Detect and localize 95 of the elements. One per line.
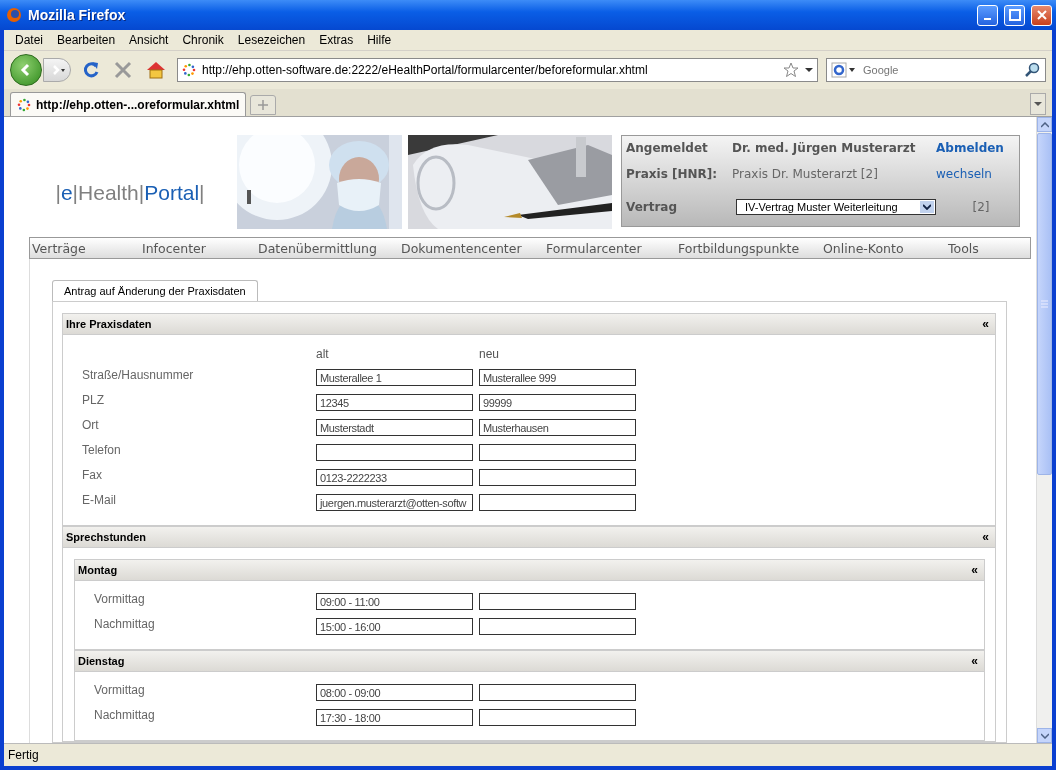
menu-item[interactable]: Datei xyxy=(8,33,50,47)
text-field[interactable]: 08:00 - 09:00 xyxy=(316,684,473,701)
user-name: Dr. med. Jürgen Musterarzt xyxy=(732,141,917,155)
section-title: Sprechstunden xyxy=(66,531,147,543)
maximize-icon xyxy=(1008,9,1021,21)
field-label: Angemeldet xyxy=(626,141,709,155)
search-field[interactable]: Google xyxy=(826,58,1046,82)
text-field[interactable]: 15:00 - 16:00 xyxy=(316,618,473,635)
menu-item[interactable]: Bearbeiten xyxy=(50,33,123,47)
field-label: PLZ xyxy=(82,392,105,407)
contract-count: [2] xyxy=(971,200,991,214)
text-field[interactable]: Musterhausen xyxy=(479,419,636,436)
field-label: Straße/Hausnummer xyxy=(82,367,195,382)
field-label: Nachmittag xyxy=(94,616,156,631)
collapse-button[interactable]: « xyxy=(971,563,978,577)
contract-select[interactable]: IV-Vertrag Muster Weiterleitung xyxy=(736,199,936,215)
scroll-up-button[interactable] xyxy=(1037,117,1052,132)
star-icon[interactable] xyxy=(783,62,799,78)
nav-item[interactable]: Dokumentencenter xyxy=(399,240,544,256)
menu-item[interactable]: Chronik xyxy=(175,33,231,47)
search-icon[interactable] xyxy=(1025,62,1041,78)
browser-logo-icon xyxy=(6,7,22,23)
switch-link[interactable]: wechseln xyxy=(936,167,1026,181)
dropdown-icon[interactable] xyxy=(805,67,813,73)
nav-item[interactable]: Fortbildungspunkte xyxy=(676,240,821,256)
text-field[interactable] xyxy=(479,593,636,610)
text-field[interactable] xyxy=(316,444,473,461)
forward-arrow-icon xyxy=(51,64,65,76)
back-button[interactable] xyxy=(10,54,42,86)
field-label: Ort xyxy=(82,417,100,432)
text-field[interactable] xyxy=(479,709,636,726)
text-field[interactable] xyxy=(479,444,636,461)
nav-item[interactable]: Tools xyxy=(946,240,1028,256)
column-heading: alt xyxy=(316,347,330,361)
menu-item[interactable]: Hilfe xyxy=(360,33,399,47)
section-title: Montag xyxy=(78,564,118,576)
nav-item[interactable]: Infocenter xyxy=(140,240,256,256)
nav-item[interactable]: Online-Konto xyxy=(821,240,946,256)
collapse-button[interactable]: « xyxy=(982,530,989,544)
text-field[interactable] xyxy=(479,469,636,486)
practice-name: Praxis Dr. Musterarzt [2] xyxy=(732,167,879,181)
section-title: Ihre Praxisdaten xyxy=(66,318,152,330)
field-label: Nachmittag xyxy=(94,707,156,722)
nav-item[interactable]: Verträge xyxy=(30,240,140,256)
text-field[interactable]: 0123-2222233 xyxy=(316,469,473,486)
text-field[interactable]: 12345 xyxy=(316,394,473,411)
close-icon xyxy=(1035,9,1048,21)
portal-logo: |e|Health|Portal| xyxy=(54,180,206,206)
menu-item[interactable]: Lesezeichen xyxy=(230,33,313,47)
scroll-thumb[interactable] xyxy=(1037,133,1052,475)
logout-link[interactable]: Abmelden xyxy=(936,141,1026,155)
scrollbar[interactable] xyxy=(1036,117,1052,743)
scroll-down-button[interactable] xyxy=(1037,728,1052,743)
collapse-button[interactable]: « xyxy=(971,654,978,668)
window-title: Mozilla Firefox xyxy=(28,7,127,23)
text-field[interactable] xyxy=(479,618,636,635)
field-label: E-Mail xyxy=(82,492,117,507)
section-title: Dienstag xyxy=(78,655,125,667)
menu-item[interactable]: Ansicht xyxy=(122,33,176,47)
text-field[interactable]: Musterallee 1 xyxy=(316,369,473,386)
field-label: Telefon xyxy=(82,442,122,457)
form-tab[interactable]: Antrag auf Änderung der Praxisdaten xyxy=(52,280,258,301)
loading-icon xyxy=(17,97,31,112)
field-label: Vertrag xyxy=(626,200,679,214)
menu-item[interactable]: Extras xyxy=(312,33,361,47)
caret-icon xyxy=(923,204,931,210)
browser-tab[interactable]: http://ehp.otten-...oreformular.xhtml xyxy=(10,92,247,116)
minimize-icon xyxy=(984,18,991,20)
text-field[interactable]: juergen.musterarzt@otten-softw xyxy=(316,494,473,511)
field-label: Praxis [HNR]: xyxy=(626,167,719,181)
caret-icon xyxy=(1034,101,1042,107)
text-field[interactable] xyxy=(479,684,636,701)
field-label: Fax xyxy=(82,467,103,482)
status-text: Fertig xyxy=(8,748,39,762)
close-button[interactable] xyxy=(1031,4,1052,26)
collapse-button[interactable]: « xyxy=(982,317,989,331)
column-heading: neu xyxy=(479,347,501,361)
nav-item[interactable]: Formularcenter xyxy=(544,240,676,256)
nav-item[interactable]: Datenübermittlung xyxy=(256,240,399,256)
text-field[interactable]: Musterstadt xyxy=(316,419,473,436)
plus-icon xyxy=(258,100,269,110)
text-field[interactable] xyxy=(479,494,636,511)
text-field[interactable]: 17:30 - 18:00 xyxy=(316,709,473,726)
field-label: Vormittag xyxy=(94,682,146,697)
loading-icon xyxy=(182,63,196,77)
maximize-button[interactable] xyxy=(1004,4,1025,26)
grip-icon xyxy=(1041,300,1048,308)
address-bar[interactable]: http://ehp.otten-software.de:2222/eHealthPortal/formularcenter/beforeformular.xhtml xyxy=(177,58,818,82)
text-field[interactable]: 09:00 - 11:00 xyxy=(316,593,473,610)
text-field[interactable]: 99999 xyxy=(479,394,636,411)
text-field[interactable]: Musterallee 999 xyxy=(479,369,636,386)
field-label: Vormittag xyxy=(94,591,146,606)
minimize-button[interactable] xyxy=(977,4,998,26)
search-engine-icon[interactable] xyxy=(831,62,857,78)
tab-list-button[interactable] xyxy=(1030,93,1046,115)
